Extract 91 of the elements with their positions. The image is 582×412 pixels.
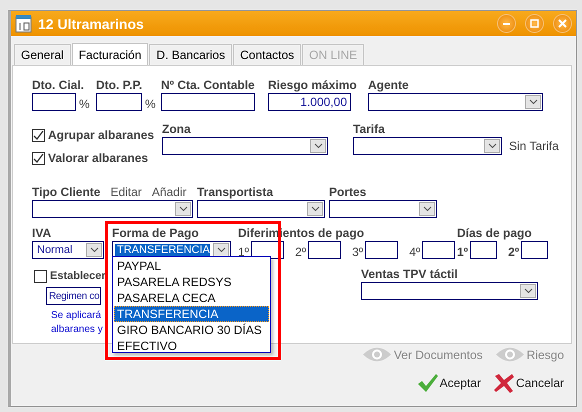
- tab[interactable]: Contactos: [233, 44, 302, 65]
- checkmark-icon: [416, 373, 439, 393]
- slot-label: 2º: [295, 245, 306, 259]
- slot-label: 3º: [352, 245, 364, 259]
- input-field[interactable]: [161, 93, 255, 111]
- tab[interactable]: General: [14, 44, 71, 65]
- field-label: Ventas TPV táctil: [361, 268, 459, 281]
- chevron-icon: [524, 288, 532, 294]
- field-label: Forma de Pago: [112, 227, 200, 240]
- calendar-icon: [15, 14, 32, 33]
- slot-label: 4º: [409, 245, 420, 259]
- combo-box[interactable]: [329, 200, 437, 218]
- input-field[interactable]: [32, 93, 76, 111]
- dropdown-option[interactable]: EFECTIVO: [114, 338, 269, 354]
- link[interactable]: Añadir: [152, 185, 186, 199]
- tarifa-note: Sin Tarifa: [509, 139, 559, 153]
- note-text: Se aplicará: [51, 309, 102, 323]
- dropdown-button[interactable]: [307, 202, 323, 216]
- combo-box[interactable]: [162, 137, 328, 155]
- checkbox[interactable]: [34, 270, 47, 282]
- chevron-icon: [216, 247, 226, 253]
- field-label: Días de pago: [457, 227, 533, 240]
- field-label: Zona: [162, 123, 192, 136]
- percent-label: %: [145, 97, 156, 111]
- chevron-icon: [90, 247, 98, 253]
- chevron-icon: [178, 206, 188, 212]
- eye-icon: [362, 346, 392, 363]
- window-title: 12 Ultramarinos: [38, 16, 145, 32]
- checkbox-label: Establecer: [50, 270, 106, 282]
- tab[interactable]: Facturación: [72, 43, 148, 66]
- regimen-field[interactable]: Regimen co: [46, 287, 101, 305]
- input-field[interactable]: 1.000,00: [268, 93, 351, 111]
- combo-box[interactable]: [368, 93, 543, 111]
- input-field[interactable]: [96, 93, 142, 111]
- input-field[interactable]: [470, 241, 498, 259]
- slot-label: 1º: [238, 245, 250, 259]
- dropdown-button[interactable]: [419, 202, 435, 216]
- field-label: Nº Cta. Contable: [161, 79, 256, 92]
- combo-box[interactable]: [361, 282, 538, 300]
- cancel-button[interactable]: Cancelar: [492, 373, 564, 393]
- dropdown-button[interactable]: [175, 202, 191, 216]
- combo-value: Normal: [36, 244, 74, 256]
- input-field[interactable]: [308, 241, 342, 259]
- slot-label: 1º: [457, 245, 468, 259]
- dropdown-button[interactable]: [86, 243, 102, 257]
- dropdown-button[interactable]: [310, 139, 326, 153]
- tab[interactable]: D. Bancarios: [149, 44, 232, 65]
- close-icon: [558, 19, 567, 28]
- note-text: albaranes y: [51, 323, 103, 337]
- slot-label: 2º: [508, 245, 520, 259]
- checkbox[interactable]: [32, 152, 45, 164]
- dropdown-option[interactable]: PASARELA REDSYS: [114, 274, 269, 290]
- combo-value: TRANSFERENCIA: [115, 244, 210, 256]
- dropdown-option[interactable]: PASARELA CECA: [114, 290, 269, 306]
- field-label: IVA: [32, 227, 52, 240]
- field-label: Tarifa: [353, 123, 386, 136]
- input-field[interactable]: [365, 241, 398, 259]
- dropdown-option[interactable]: PAYPAL: [114, 258, 269, 274]
- accept-button[interactable]: Aceptar: [416, 373, 481, 393]
- chevron-icon: [422, 206, 432, 212]
- field-label: Tipo Cliente: [32, 186, 100, 199]
- field-label: Dto. Cial.: [32, 79, 86, 92]
- maximize-icon: [530, 19, 539, 28]
- combo-box[interactable]: [353, 137, 502, 155]
- chevron-icon: [488, 143, 496, 149]
- dropdown-option[interactable]: TRANSFERENCIA: [114, 306, 269, 322]
- cross-icon: [492, 373, 515, 393]
- field-label: Portes: [329, 186, 368, 199]
- dropdown-button[interactable]: [525, 95, 541, 109]
- chevron-icon: [528, 99, 538, 105]
- field-label: Dto. P.P.: [96, 79, 144, 92]
- dropdown-button[interactable]: [520, 284, 536, 298]
- link[interactable]: Editar: [110, 185, 142, 199]
- percent-label: %: [79, 97, 90, 111]
- input-field[interactable]: [521, 241, 548, 259]
- combo-box[interactable]: [32, 200, 193, 218]
- input-field[interactable]: [422, 241, 456, 259]
- field-label: Riesgo máximo: [268, 79, 358, 92]
- combo-box[interactable]: Normal: [32, 241, 104, 259]
- combo-box[interactable]: [197, 200, 325, 218]
- chevron-icon: [314, 143, 322, 149]
- dropdown-button[interactable]: [484, 139, 500, 153]
- eye-icon: [494, 346, 525, 363]
- dropdown-option[interactable]: GIRO BANCARIO 30 DÍAS: [114, 322, 269, 338]
- field-label: Agente: [368, 79, 410, 92]
- chevron-icon: [310, 206, 320, 212]
- dropdown-button[interactable]: [213, 243, 229, 257]
- field-label: Transportista: [197, 186, 274, 199]
- checkbox[interactable]: [32, 128, 45, 142]
- checkbox-label: Valorar albaranes: [48, 152, 148, 164]
- checkbox-label: Agrupar albaranes: [48, 128, 154, 142]
